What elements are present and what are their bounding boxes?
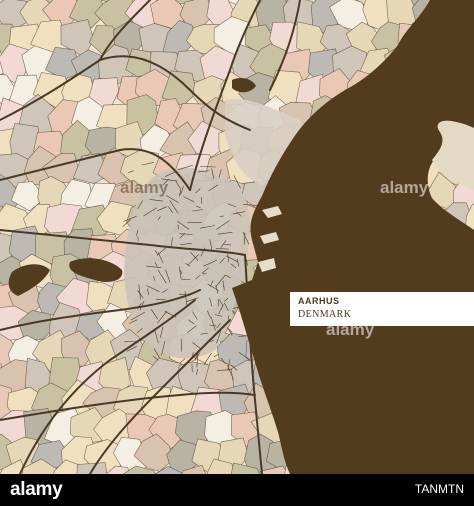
country-name: DENMARK bbox=[298, 309, 352, 320]
map-view: AARHUS DENMARK alamy alamy alamy bbox=[0, 0, 474, 474]
watermark-mark: alamy bbox=[380, 178, 429, 197]
alamy-logo: alamy bbox=[10, 479, 63, 500]
location-label: AARHUS DENMARK bbox=[290, 292, 474, 326]
city-map-graphic bbox=[0, 0, 474, 474]
watermark-mark: alamy bbox=[326, 320, 375, 339]
watermark-mark: alamy bbox=[120, 178, 169, 197]
watermark-bar: alamy TANMTN bbox=[0, 474, 474, 506]
city-name: AARHUS bbox=[298, 296, 340, 306]
image-id: TANMTN bbox=[414, 482, 464, 496]
